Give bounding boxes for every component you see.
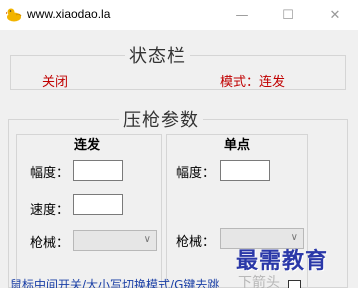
option-checkbox[interactable] (288, 280, 301, 288)
burst-gun-select[interactable]: ∨ (73, 230, 157, 251)
status-mode: 模式：连发 (220, 75, 286, 90)
burst-speed-label: 速度： (30, 203, 70, 218)
close-icon: ✕ (329, 7, 341, 23)
burst-amplitude-input[interactable] (73, 160, 123, 181)
burst-speed-input[interactable] (73, 194, 123, 215)
window-title: www.xiaodao.la (27, 7, 111, 21)
close-button[interactable]: ✕ (312, 0, 358, 30)
single-title: 单点 (224, 138, 251, 153)
minimize-icon: — (235, 7, 249, 23)
single-gun-label: 枪械： (176, 235, 216, 250)
hotkey-hint: 鼠标中间开关/大小写切换模式/G键去跳 (10, 278, 220, 288)
maximize-icon: ☐ (282, 7, 294, 23)
status-legend: 状态栏 (129, 46, 186, 67)
chevron-down-icon: ∨ (290, 232, 298, 243)
minimize-button[interactable]: — (219, 0, 265, 30)
burst-gun-label: 枪械： (30, 236, 70, 251)
single-amplitude-label: 幅度： (176, 166, 216, 181)
params-legend: 压枪参数 (123, 110, 199, 131)
status-state: 关闭 (42, 75, 69, 90)
maximize-button[interactable]: ☐ (265, 0, 311, 30)
watermark: 最需教育 (236, 248, 329, 274)
burst-amplitude-label: 幅度： (30, 166, 70, 181)
chevron-down-icon: ∨ (143, 234, 151, 245)
single-amplitude-input[interactable] (220, 160, 270, 181)
title-bar: www.xiaodao.la — ☐ ✕ (0, 0, 358, 30)
duck-icon (6, 8, 22, 22)
burst-title: 连发 (74, 138, 101, 153)
